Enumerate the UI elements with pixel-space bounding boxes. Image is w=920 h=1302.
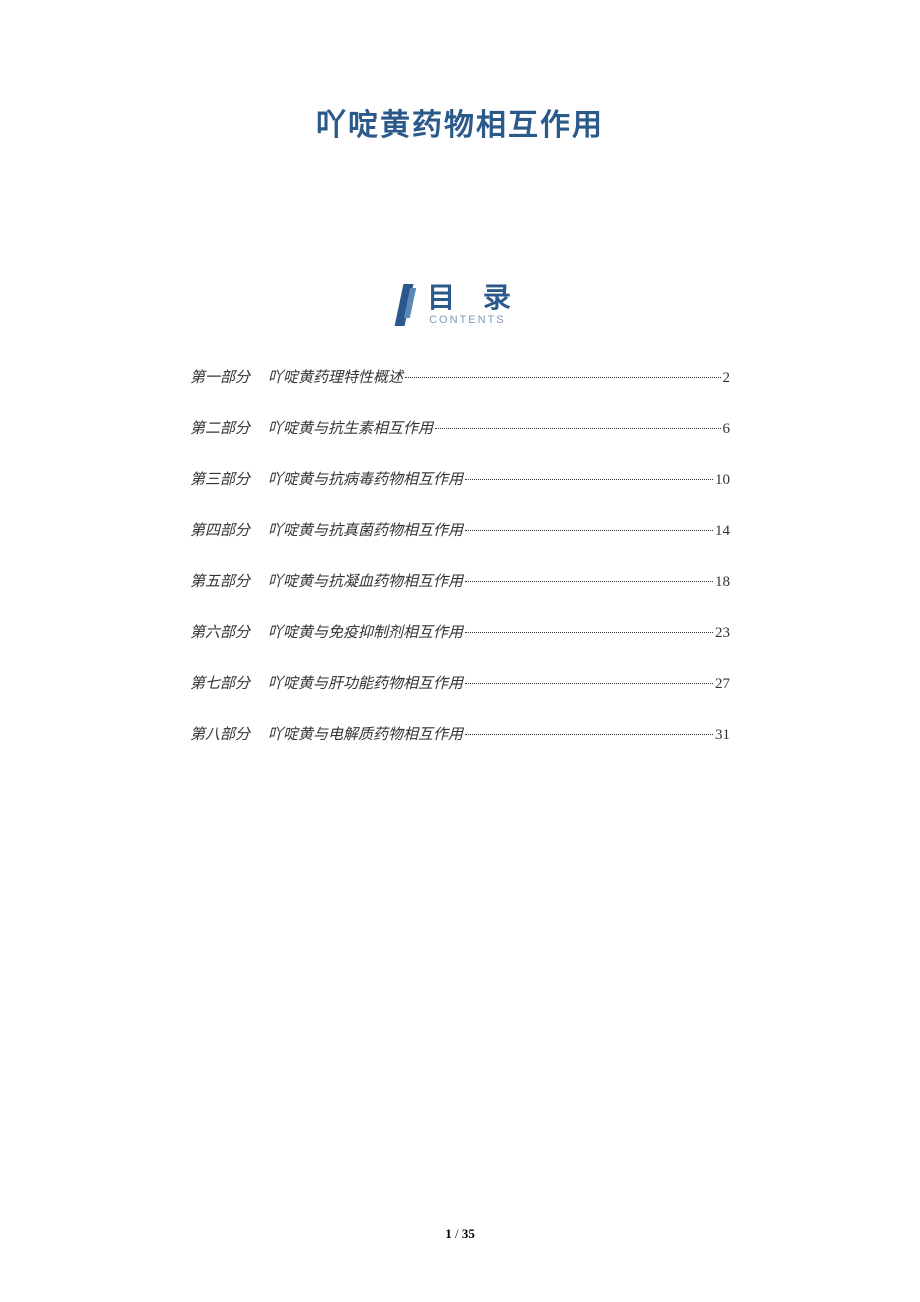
toc-chapter-title: 吖啶黄与抗病毒药物相互作用 (268, 468, 463, 489)
toc-heading: 目 录 (427, 284, 521, 312)
toc-part-label: 第七部分 (190, 672, 250, 693)
toc-item: 第四部分 吖啶黄与抗真菌药物相互作用 14 (190, 519, 730, 540)
toc-list: 第一部分 吖啶黄药理特性概述 2 第二部分 吖啶黄与抗生素相互作用 6 第三部分… (120, 366, 800, 744)
toc-leader-dots (405, 377, 720, 378)
toc-decoration-icon (399, 284, 419, 326)
toc-page-number: 31 (715, 727, 730, 744)
toc-item: 第六部分 吖啶黄与免疫抑制剂相互作用 23 (190, 621, 730, 642)
document-title: 吖啶黄药物相互作用 (120, 100, 800, 144)
toc-part-label: 第三部分 (190, 468, 250, 489)
toc-part-label: 第四部分 (190, 519, 250, 540)
toc-part-label: 第六部分 (190, 621, 250, 642)
toc-part-label: 第八部分 (190, 723, 250, 744)
toc-leader-dots (465, 581, 713, 582)
toc-page-number: 2 (723, 370, 731, 387)
toc-chapter-title: 吖啶黄与抗真菌药物相互作用 (268, 519, 463, 540)
toc-page-number: 27 (715, 676, 730, 693)
toc-page-number: 14 (715, 523, 730, 540)
toc-item: 第七部分 吖啶黄与肝功能药物相互作用 27 (190, 672, 730, 693)
toc-item: 第三部分 吖啶黄与抗病毒药物相互作用 10 (190, 468, 730, 489)
toc-item: 第八部分 吖啶黄与电解质药物相互作用 31 (190, 723, 730, 744)
toc-page-number: 6 (723, 421, 731, 438)
toc-part-label: 第二部分 (190, 417, 250, 438)
toc-leader-dots (465, 632, 713, 633)
toc-leader-dots (465, 479, 713, 480)
page-footer: 1 / 35 (0, 1226, 920, 1242)
toc-item: 第二部分 吖啶黄与抗生素相互作用 6 (190, 417, 730, 438)
toc-leader-dots (465, 683, 713, 684)
toc-leader-dots (465, 530, 713, 531)
toc-chapter-title: 吖啶黄与电解质药物相互作用 (268, 723, 463, 744)
toc-leader-dots (465, 734, 713, 735)
toc-header: 目 录 CONTENTS (120, 284, 800, 326)
toc-page-number: 23 (715, 625, 730, 642)
toc-chapter-title: 吖啶黄与抗凝血药物相互作用 (268, 570, 463, 591)
total-page-number: 35 (462, 1226, 475, 1241)
toc-part-label: 第五部分 (190, 570, 250, 591)
page-container: 吖啶黄药物相互作用 目 录 CONTENTS 第一部分 吖啶黄药理特性概述 2 … (0, 0, 920, 1302)
toc-page-number: 10 (715, 472, 730, 489)
toc-page-number: 18 (715, 574, 730, 591)
toc-chapter-title: 吖啶黄药理特性概述 (268, 366, 403, 387)
toc-part-label: 第一部分 (190, 366, 250, 387)
toc-chapter-title: 吖啶黄与免疫抑制剂相互作用 (268, 621, 463, 642)
toc-subtitle: CONTENTS (429, 314, 506, 326)
toc-item: 第五部分 吖啶黄与抗凝血药物相互作用 18 (190, 570, 730, 591)
toc-item: 第一部分 吖啶黄药理特性概述 2 (190, 366, 730, 387)
toc-title-wrap: 目 录 CONTENTS (427, 284, 521, 326)
toc-chapter-title: 吖啶黄与肝功能药物相互作用 (268, 672, 463, 693)
toc-leader-dots (435, 428, 720, 429)
toc-chapter-title: 吖啶黄与抗生素相互作用 (268, 417, 433, 438)
page-separator: / (452, 1226, 462, 1241)
